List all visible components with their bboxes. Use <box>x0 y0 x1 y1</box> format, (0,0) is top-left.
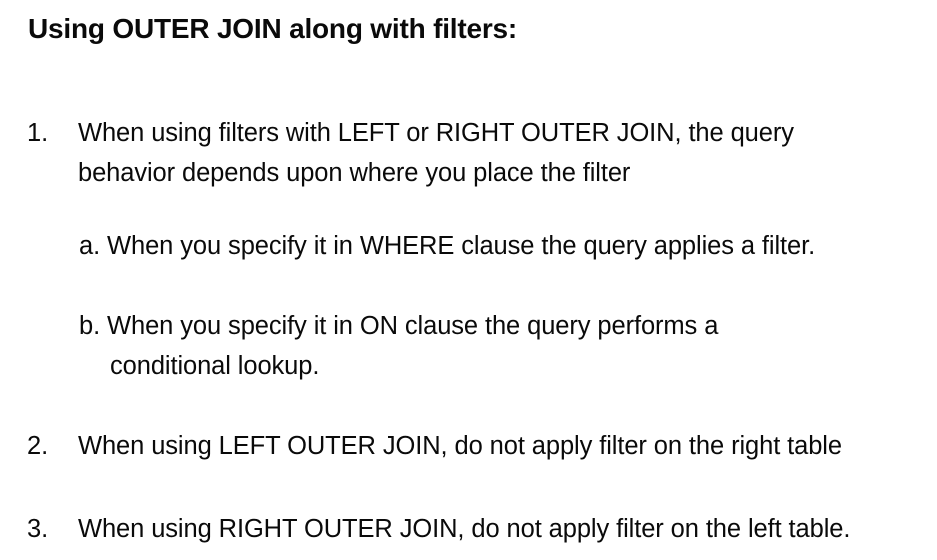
list-item-number: 1. <box>27 119 49 147</box>
list-item-number: 3. <box>27 515 49 543</box>
list-item-line-1: When using filters with LEFT or RIGHT OU… <box>78 119 794 147</box>
sub-item-text: b. When you specify it in ON clause the … <box>79 312 719 340</box>
list-item-text: When using RIGHT OUTER JOIN, do not appl… <box>78 515 851 543</box>
list-item-number: 2. <box>27 432 49 460</box>
slide-page: Using OUTER JOIN along with filters: 1. … <box>0 0 937 560</box>
list-item-text: When using filters with LEFT or RIGHT OU… <box>78 113 794 193</box>
slide-title: Using OUTER JOIN along with filters: <box>28 13 518 44</box>
list-item-line-2: behavior depends upon where you place th… <box>78 159 631 187</box>
sub-item-text-continuation: conditional lookup. <box>110 352 320 380</box>
sub-item-text: a. When you specify it in WHERE clause t… <box>79 232 816 260</box>
list-item-text: When using LEFT OUTER JOIN, do not apply… <box>78 432 842 460</box>
